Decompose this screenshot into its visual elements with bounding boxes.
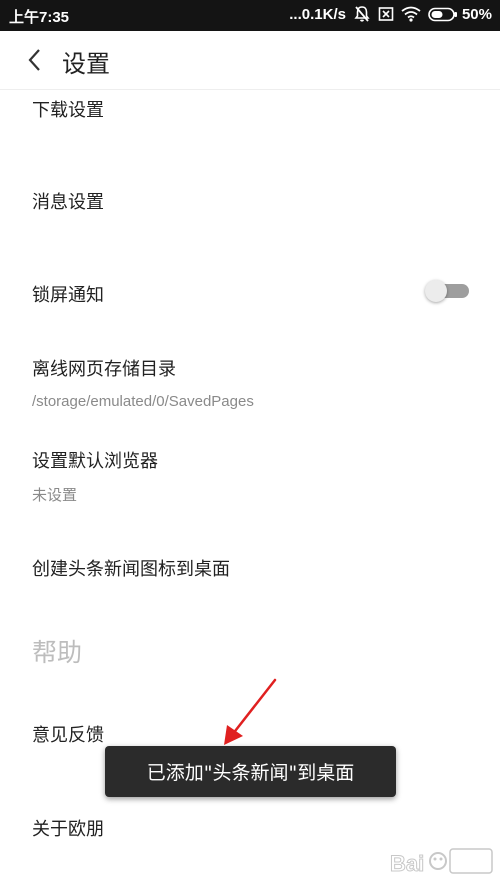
feedback-item[interactable]: 意见反馈 [32,721,104,747]
toggle-thumb [425,280,447,302]
app-header: 设置 [0,31,500,90]
about-item[interactable]: 关于欧朋 [32,815,104,841]
battery: 50% [428,6,492,23]
battery-icon [428,7,457,21]
help-section-header: 帮助 [32,638,83,667]
download-settings-item[interactable]: 下载设置 [32,96,104,122]
toast-text: 已添加"头条新闻"到桌面 [146,762,355,784]
status-bar: 上午7:35 ...0.1K/s 50% [0,0,500,31]
battery-level: 50% [461,5,492,23]
mute-icon [354,6,370,22]
wifi-icon [401,6,421,22]
default-browser-value: 未设置 [32,487,78,504]
lock-screen-notification-label: 锁屏通知 [32,285,104,306]
annotation-arrow [224,678,277,745]
toast-message: 已添加"头条新闻"到桌面 [105,746,396,797]
offline-storage-directory-item[interactable]: 离线网页存储目录 [32,355,176,381]
network-speed: ...0.1K/s [289,5,346,23]
lock-screen-notification-toggle[interactable] [425,280,469,302]
svg-text:Bai: Bai [390,851,424,876]
offline-storage-directory-path: /storage/emulated/0/SavedPages [32,393,254,410]
message-settings-item[interactable]: 消息设置 [32,188,104,214]
create-shortcut-item[interactable]: 创建头条新闻图标到桌面 [32,555,230,581]
chevron-left-icon[interactable] [24,47,48,73]
watermark-logo: Bai [390,848,493,877]
page-title: 设置 [62,50,110,78]
status-time: 上午7:35 [9,9,70,26]
sim-off-icon [378,7,394,21]
status-icons: ...0.1K/s 50% [289,5,492,23]
default-browser-item[interactable]: 设置默认浏览器 [32,447,158,473]
